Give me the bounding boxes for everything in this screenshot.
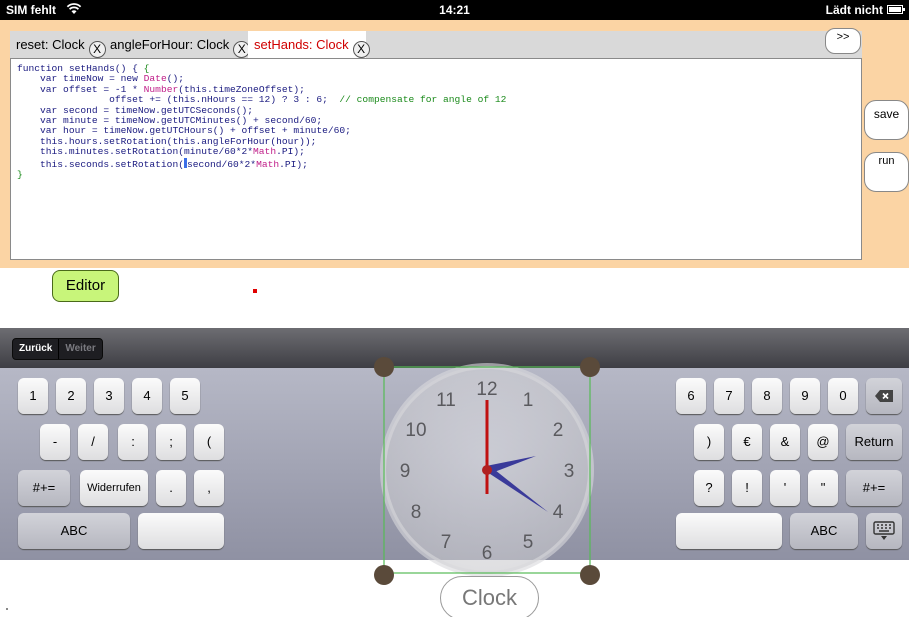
keyboard-accessory-bar (0, 328, 909, 368)
delete-key[interactable] (866, 378, 902, 414)
tab-bar: reset: Clock X angleForHour: Clock X setHa… (10, 31, 862, 58)
battery-icon (887, 5, 905, 14)
marker-dot (6, 608, 8, 610)
key-open-paren[interactable]: ( (194, 424, 224, 460)
code-line: this.seconds.setRotation(second/60*2*Mat… (17, 157, 308, 170)
key-colon[interactable]: : (118, 424, 148, 460)
resize-handle-bottom-right[interactable] (580, 565, 600, 585)
clock-number: 12 (476, 379, 497, 400)
clock-number: 7 (441, 532, 452, 553)
code-line: this.minutes.setRotation(minute/60*2*Mat… (17, 146, 305, 158)
clock-number: 9 (400, 461, 411, 482)
run-button[interactable]: run (864, 152, 909, 192)
key-period[interactable]: . (156, 470, 186, 506)
key-9[interactable]: 9 (790, 378, 820, 414)
code-line: this.hours.setRotation(this.angleForHour… (17, 135, 317, 147)
tab-angleforhour-clock[interactable]: angleForHour: Clock X (104, 31, 254, 58)
tab-label: setHands: Clock (254, 37, 349, 52)
back-button[interactable]: Zurück (13, 339, 58, 359)
code-line: var hour = timeNow.getUTCHours() + offse… (17, 125, 351, 137)
key-7[interactable]: 7 (714, 378, 744, 414)
more-symbols-key-right[interactable]: #+= (846, 470, 902, 506)
clock-number: 6 (482, 543, 493, 564)
code-line: } (17, 169, 23, 181)
key-1[interactable]: 1 (18, 378, 48, 414)
code-line: var second = timeNow.getUTCSeconds(); (17, 104, 254, 116)
clock-number: 10 (405, 420, 426, 441)
status-bar: SIM fehlt 14:21 Lädt nicht (0, 0, 909, 20)
forward-button[interactable]: Weiter (58, 339, 101, 359)
keyboard-hide-icon (873, 521, 895, 540)
clock-number: 2 (553, 420, 564, 441)
key-exclamation[interactable]: ! (732, 470, 762, 506)
key-euro[interactable]: € (732, 424, 762, 460)
key-at[interactable]: @ (808, 424, 838, 460)
save-button[interactable]: save (864, 100, 909, 140)
key-comma[interactable]: , (194, 470, 224, 506)
tab-reset-clock[interactable]: reset: Clock X (10, 31, 110, 58)
screen: SIM fehlt 14:21 Lädt nicht reset: Clock X… (0, 0, 909, 617)
key-quote[interactable]: " (808, 470, 838, 506)
tab-sethands-clock[interactable]: setHands: Clock X (248, 31, 370, 58)
tab-label: angleForHour: Clock (110, 37, 230, 52)
form-navigation: Zurück Weiter (12, 338, 103, 360)
key-minus[interactable]: - (40, 424, 70, 460)
key-close-paren[interactable]: ) (694, 424, 724, 460)
resize-handle-top-right[interactable] (580, 357, 600, 377)
code-line: var minute = timeNow.getUTCMinutes() + s… (17, 115, 323, 127)
return-key[interactable]: Return (846, 424, 902, 460)
key-2[interactable]: 2 (56, 378, 86, 414)
key-6[interactable]: 6 (676, 378, 706, 414)
more-tabs-button[interactable]: >> (825, 28, 861, 54)
tab-label: reset: Clock (16, 37, 85, 52)
key-question[interactable]: ? (694, 470, 724, 506)
key-4[interactable]: 4 (132, 378, 162, 414)
hide-keyboard-key[interactable] (866, 513, 902, 549)
key-8[interactable]: 8 (752, 378, 782, 414)
clock-number: 8 (411, 502, 422, 523)
clock-number: 3 (564, 461, 575, 482)
clock-number: 1 (523, 390, 534, 411)
code-editor[interactable]: function setHands() { { var timeNow = ne… (10, 58, 862, 293)
clock-number: 11 (436, 390, 456, 411)
code-line: offset += (this.nHours == 12) ? 3 : 6; /… (17, 94, 507, 106)
battery-status: Lädt nicht (825, 3, 883, 17)
key-3[interactable]: 3 (94, 378, 124, 414)
clock-hub (482, 465, 492, 475)
resize-handle-top-left[interactable] (374, 357, 394, 377)
clock-number: 5 (523, 532, 534, 553)
space-key-left[interactable] (138, 513, 224, 549)
undo-key[interactable]: Widerrufen (80, 470, 148, 506)
more-symbols-key[interactable]: #+= (18, 470, 70, 506)
clock-number: 4 (553, 502, 564, 523)
clock-time: 14:21 (439, 3, 470, 17)
key-apostrophe[interactable]: ' (770, 470, 800, 506)
backspace-icon (875, 390, 893, 402)
key-ampersand[interactable]: & (770, 424, 800, 460)
key-0[interactable]: 0 (828, 378, 858, 414)
code-line: var offset = -1 * Number(this.timeZoneOf… (17, 83, 305, 95)
space-key-right[interactable] (676, 513, 782, 549)
code-line: function setHands() { (17, 63, 138, 74)
resize-handle-bottom-left[interactable] (374, 565, 394, 585)
editor-button[interactable]: Editor (52, 270, 119, 302)
abc-key-right[interactable]: ABC (790, 513, 858, 549)
clock-label[interactable]: Clock (440, 576, 539, 617)
key-semicolon[interactable]: ; (156, 424, 186, 460)
marker-dot (253, 289, 257, 293)
key-5[interactable]: 5 (170, 378, 200, 414)
abc-key-left[interactable]: ABC (18, 513, 130, 549)
code-text[interactable]: function setHands() { { var timeNow = ne… (17, 63, 507, 181)
close-icon[interactable]: X (352, 41, 370, 58)
key-slash[interactable]: / (78, 424, 108, 460)
code-line: var timeNow = new Date(); (17, 73, 184, 85)
